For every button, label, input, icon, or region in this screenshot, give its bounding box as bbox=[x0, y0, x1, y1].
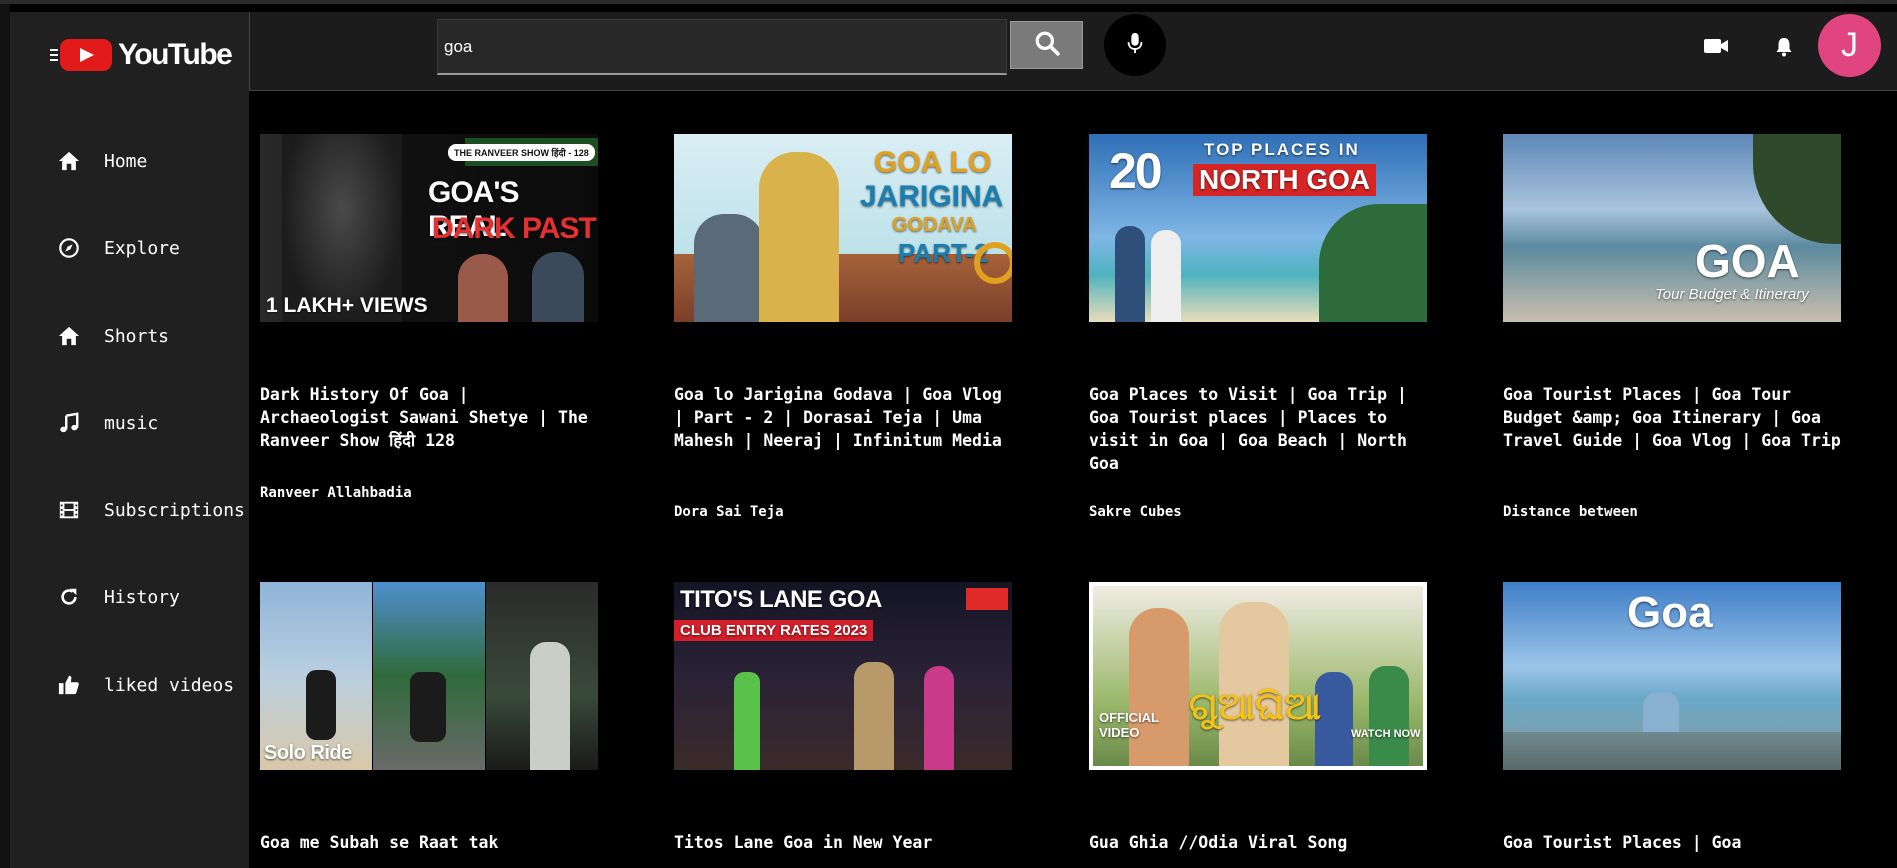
sidebar-item-home[interactable]: Home bbox=[58, 150, 147, 172]
thumbnail-caption: OFFICIAL VIDEO bbox=[1099, 710, 1159, 740]
sidebar-item-label: Home bbox=[104, 150, 148, 172]
search-icon bbox=[1034, 30, 1060, 60]
search-input[interactable] bbox=[437, 19, 1007, 75]
thumbnail-caption: Goa bbox=[1627, 588, 1713, 637]
video-title[interactable]: Goa lo Jarigina Godava | Goa Vlog | Part… bbox=[674, 383, 1012, 452]
sidebar-item-shorts[interactable]: Shorts bbox=[58, 325, 169, 347]
thumbnail-caption: Tour Budget & Itinerary bbox=[1655, 286, 1809, 303]
sidebar-item-label: Shorts bbox=[104, 325, 170, 347]
thumbs-up-icon bbox=[58, 674, 80, 696]
bell-icon bbox=[1775, 36, 1793, 61]
video-thumbnail[interactable]: Goa bbox=[1503, 551, 1841, 801]
thumbnail-caption: 20 bbox=[1109, 143, 1163, 199]
video-thumbnail[interactable]: GOA Tour Budget & Itinerary bbox=[1503, 103, 1841, 353]
thumbnail-image: Goa bbox=[1503, 582, 1841, 770]
thumbnail-caption: GOA LO bbox=[874, 146, 992, 179]
thumbnail-caption: ଗୁଆଘିଆ bbox=[1189, 686, 1322, 728]
thumbnail-image: TITO'S LANE GOA CLUB ENTRY RATES 2023 bbox=[674, 582, 1012, 770]
sidebar bbox=[10, 12, 249, 868]
brand-wordmark: YouTube bbox=[118, 38, 233, 71]
notifications-button[interactable] bbox=[1772, 34, 1796, 62]
channel-name[interactable]: Dora Sai Teja bbox=[674, 504, 784, 520]
sidebar-item-label: Subscriptions bbox=[104, 499, 245, 521]
video-thumbnail[interactable]: GOA LO JARIGINA GODAVA PART-2 bbox=[674, 103, 1012, 353]
thumbnail-caption: WATCH NOW bbox=[1351, 728, 1421, 740]
thumbnail-caption: TOP PLACES IN bbox=[1204, 140, 1360, 159]
voice-search-button[interactable] bbox=[1104, 14, 1166, 76]
film-icon bbox=[58, 499, 80, 521]
sidebar-item-music[interactable]: music bbox=[58, 412, 158, 434]
sidebar-item-history[interactable]: History bbox=[58, 586, 180, 608]
create-video-button[interactable] bbox=[1701, 34, 1731, 62]
left-gutter bbox=[0, 4, 10, 868]
channel-name[interactable]: Ranveer Allahbadia bbox=[260, 485, 412, 501]
video-thumbnail[interactable]: THE RANVEER SHOW हिंदी - 128 GOA'S REAL … bbox=[260, 103, 598, 353]
youtube-play-icon bbox=[60, 39, 112, 71]
history-icon bbox=[58, 586, 80, 608]
compass-icon bbox=[58, 237, 80, 259]
thumbnail-caption: GODAVA bbox=[892, 214, 977, 236]
video-title[interactable]: Goa Places to Visit | Goa Trip | Goa Tou… bbox=[1089, 383, 1427, 475]
thumbnail-caption: CLUB ENTRY RATES 2023 bbox=[674, 620, 874, 641]
sidebar-item-explore[interactable]: Explore bbox=[58, 237, 180, 259]
youtube-logo[interactable]: YouTube bbox=[50, 38, 233, 72]
microphone-icon bbox=[1127, 32, 1143, 58]
home-icon bbox=[58, 150, 80, 172]
sidebar-item-label: music bbox=[104, 412, 159, 434]
window-top-strip bbox=[0, 0, 1897, 4]
sidebar-item-liked-videos[interactable]: liked videos bbox=[58, 674, 234, 696]
sidebar-item-label: History bbox=[104, 586, 180, 608]
avatar[interactable]: J bbox=[1818, 14, 1881, 77]
thumbnail-image: Solo Ride bbox=[260, 582, 598, 770]
thumbnail-caption: DARK PAST bbox=[432, 212, 597, 245]
thumbnail-caption: THE RANVEER SHOW हिंदी - 128 bbox=[448, 144, 595, 161]
video-camera-icon bbox=[1703, 36, 1729, 60]
video-thumbnail[interactable]: OFFICIAL VIDEO ଗୁଆଘିଆ WATCH NOW bbox=[1089, 551, 1427, 801]
home-icon bbox=[58, 325, 80, 347]
menu-icon[interactable] bbox=[50, 46, 58, 64]
thumbnail-image: GOA Tour Budget & Itinerary bbox=[1503, 134, 1841, 322]
video-thumbnail[interactable]: 20 TOP PLACES IN NORTH GOA bbox=[1089, 103, 1427, 353]
thumbnail-image: THE RANVEER SHOW हिंदी - 128 GOA'S REAL … bbox=[260, 134, 598, 322]
video-title[interactable]: Goa Tourist Places | Goa Tour Budget &am… bbox=[1503, 383, 1841, 452]
thumbnail-image: GOA LO JARIGINA GODAVA PART-2 bbox=[674, 134, 1012, 322]
search-button[interactable] bbox=[1010, 21, 1083, 69]
thumbnail-image: OFFICIAL VIDEO ଗୁଆଘିଆ WATCH NOW bbox=[1089, 582, 1427, 770]
video-title[interactable]: Goa me Subah se Raat tak bbox=[260, 831, 598, 854]
video-title[interactable]: Gua Ghia //Odia Viral Song bbox=[1089, 831, 1427, 854]
video-title[interactable]: Dark History Of Goa | Archaeologist Sawa… bbox=[260, 383, 598, 452]
video-title[interactable]: Titos Lane Goa in New Year bbox=[674, 831, 1012, 854]
channel-name[interactable]: Sakre Cubes bbox=[1089, 504, 1182, 520]
thumbnail-caption: Solo Ride bbox=[264, 742, 352, 764]
channel-name[interactable]: Distance between bbox=[1503, 504, 1638, 520]
thumbnail-caption: NORTH GOA bbox=[1193, 164, 1377, 196]
video-thumbnail[interactable]: Solo Ride bbox=[260, 551, 598, 801]
thumbnail-caption: 1 LAKH+ VIEWS bbox=[266, 294, 428, 317]
video-thumbnail[interactable]: TITO'S LANE GOA CLUB ENTRY RATES 2023 bbox=[674, 551, 1012, 801]
sidebar-item-subscriptions[interactable]: Subscriptions bbox=[58, 499, 245, 521]
thumbnail-caption: GOA bbox=[1695, 235, 1800, 287]
music-note-icon bbox=[58, 412, 80, 434]
sidebar-item-label: liked videos bbox=[104, 674, 235, 696]
thumbnail-image: 20 TOP PLACES IN NORTH GOA bbox=[1089, 134, 1427, 322]
sidebar-item-label: Explore bbox=[104, 237, 180, 259]
thumbnail-caption: TITO'S LANE GOA bbox=[680, 586, 882, 613]
thumbnail-caption: JARIGINA bbox=[860, 180, 1004, 213]
video-title[interactable]: Goa Tourist Places | Goa bbox=[1503, 831, 1841, 854]
